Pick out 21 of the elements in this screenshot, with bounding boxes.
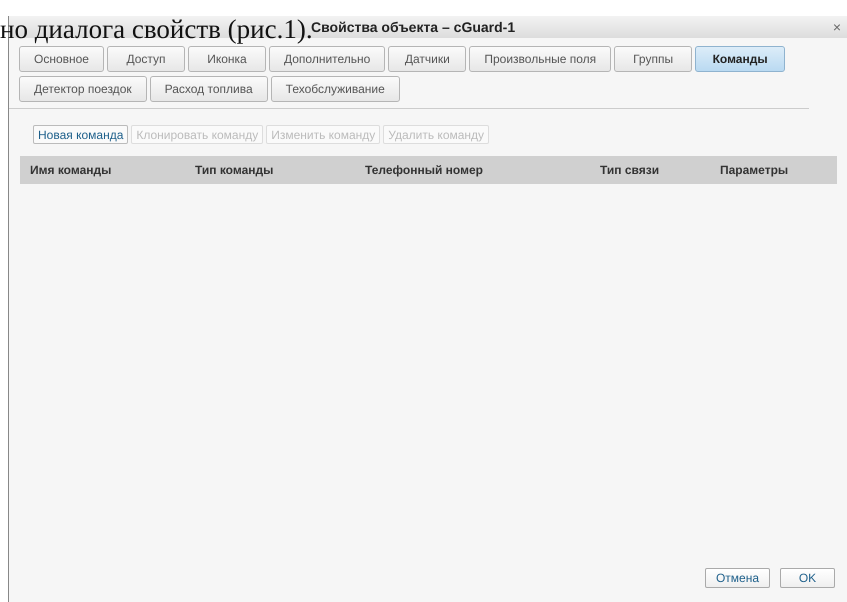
tab[interactable]: Произвольные поля <box>469 46 612 72</box>
window-title: Свойства объекта – cGuard-1 <box>311 19 516 35</box>
tab[interactable]: Расход топлива <box>150 76 268 102</box>
tab[interactable]: Группы <box>614 46 692 72</box>
tab[interactable]: Дополнительно <box>268 46 386 72</box>
tab[interactable]: Иконка <box>188 46 266 72</box>
tab[interactable]: Основное <box>19 46 104 72</box>
cancel-button[interactable]: Отмена <box>704 568 770 588</box>
column-header: Тип связи <box>600 163 660 177</box>
document-text: но диалога свойств (рис.1). <box>0 14 313 45</box>
ok-button[interactable]: OK <box>780 568 835 588</box>
column-header: Тип команды <box>195 163 274 177</box>
tab[interactable]: Доступ <box>106 46 185 72</box>
tab[interactable]: Датчики <box>388 46 466 72</box>
tab[interactable]: Техобслуживание <box>270 76 400 102</box>
tab[interactable]: Детектор поездок <box>19 76 147 102</box>
column-header: Телефонный номер <box>365 163 484 177</box>
tab[interactable]: Команды <box>695 46 786 72</box>
toolbar-button[interactable]: Новая команда <box>33 125 128 144</box>
column-header: Параметры <box>720 163 790 177</box>
column-header: Имя команды <box>30 163 112 177</box>
